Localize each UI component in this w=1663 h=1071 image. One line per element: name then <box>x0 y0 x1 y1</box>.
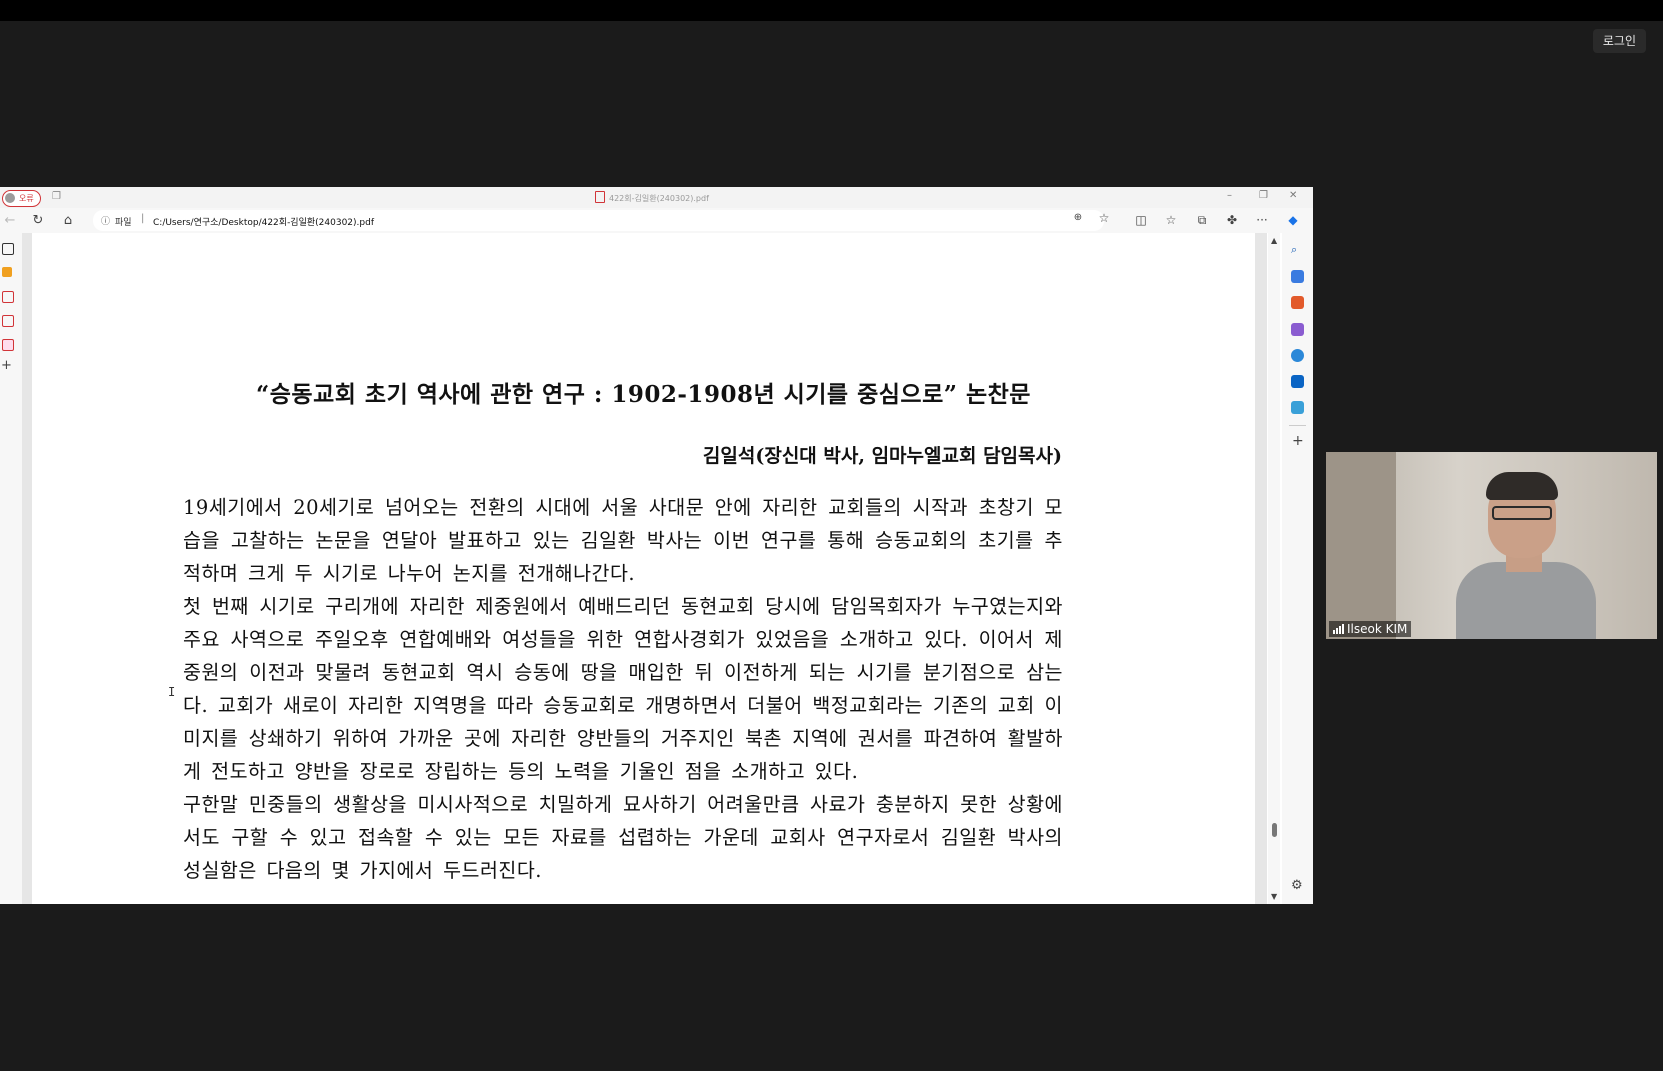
games-icon[interactable] <box>1291 323 1304 336</box>
tab-favicon[interactable] <box>2 267 12 277</box>
sidebar-divider <box>1289 425 1306 426</box>
outlook-icon[interactable] <box>1291 375 1304 388</box>
participant-video-tile[interactable]: Ilseok KIM <box>1326 452 1657 639</box>
profile-button[interactable]: 오류 <box>2 190 41 207</box>
collections-icon[interactable]: ⧉ <box>1194 213 1210 228</box>
document-title: “승동교회 초기 역사에 관한 연구 : 1902-1908년 시기를 중심으로… <box>256 381 1031 408</box>
participant-name: Ilseok KIM <box>1347 622 1408 636</box>
favorite-star-icon[interactable]: ☆ <box>1096 211 1112 225</box>
participant-name-label: Ilseok KIM <box>1329 621 1412 637</box>
body-paragraph: 첫 번째 시기로 구리개에 자리한 제중원에서 예배드리던 동현교회 당시에 담… <box>183 595 1063 783</box>
sidebar-settings-icon[interactable]: ⚙ <box>1291 878 1303 893</box>
home-icon[interactable]: ⌂ <box>60 213 76 228</box>
extensions-icon[interactable]: ✤ <box>1224 213 1240 227</box>
tab-actions-icon[interactable]: ❐ <box>52 191 64 203</box>
info-icon[interactable]: ⓘ <box>101 214 110 227</box>
participant-glasses <box>1492 506 1552 520</box>
search-icon[interactable]: ⌕ <box>1291 243 1304 256</box>
more-menu-icon[interactable]: ··· <box>1254 213 1270 227</box>
pdf-file-icon <box>595 191 605 203</box>
url-text[interactable]: C:/Users/연구소/Desktop/422회-김일환(240302).pd… <box>153 215 374 228</box>
video-background-door <box>1326 452 1396 639</box>
shopping-icon[interactable] <box>1291 270 1304 283</box>
document-author: 김일석(장신대 박사, 임마누엘교회 담임목사) <box>702 445 1062 467</box>
pdf-page: “승동교회 초기 역사에 관한 연구 : 1902-1908년 시기를 중심으로… <box>32 233 1255 904</box>
browser-sidebar: ⌕ + ⚙ <box>1282 233 1313 904</box>
url-scheme-label: 파일 <box>115 218 132 228</box>
new-tab-icon[interactable]: + <box>1 358 12 373</box>
tools-icon[interactable] <box>1291 296 1304 309</box>
window-title: 422회-김일환(240302).pdf <box>595 191 709 204</box>
zoom-icon[interactable]: ⊕ <box>1070 212 1086 223</box>
vertical-tabs-strip: + <box>0 233 22 904</box>
profile-avatar-icon <box>5 193 15 203</box>
refresh-icon[interactable]: ↻ <box>30 213 46 228</box>
login-button[interactable]: 로그인 <box>1592 29 1646 53</box>
back-icon[interactable]: ← <box>2 213 18 228</box>
body-paragraph: 구한말 민중들의 생활상을 미시사적으로 치밀하게 묘사하기 어려울만큼 사료가… <box>183 793 1063 882</box>
document-body: 19세기에서 20세기로 넘어오는 전환의 시대에 서울 사대문 안에 자리한 … <box>183 491 1063 887</box>
meeting-top-bar <box>0 0 1663 21</box>
copilot-icon[interactable]: ◆ <box>1285 213 1301 227</box>
address-bar[interactable]: ⓘ 파일 | C:/Users/연구소/Desktop/422회-김일환(240… <box>93 210 1109 231</box>
scroll-down-icon[interactable]: ▼ <box>1271 892 1277 901</box>
scroll-up-icon[interactable]: ▲ <box>1271 236 1277 245</box>
favorites-icon[interactable]: ☆ <box>1163 213 1179 227</box>
profile-label: 오류 <box>19 194 34 203</box>
body-paragraph: 19세기에서 20세기로 넘어오는 전환의 시대에 서울 사대문 안에 자리한 … <box>183 496 1063 585</box>
participant-body <box>1456 562 1596 639</box>
text-cursor-icon: I <box>168 685 176 699</box>
browser-title-bar: 오류 ❐ 422회-김일환(240302).pdf – ❐ ✕ <box>0 187 1313 208</box>
url-separator: | <box>141 213 145 224</box>
pdf-tab-icon[interactable] <box>2 291 14 303</box>
office-icon[interactable] <box>1291 349 1304 362</box>
restore-icon[interactable]: ❐ <box>1259 190 1268 201</box>
pdf-viewer: “승동교회 초기 역사에 관한 연구 : 1902-1908년 시기를 중심으로… <box>22 233 1267 904</box>
participant-hair <box>1486 472 1558 500</box>
signal-strength-icon <box>1333 624 1345 634</box>
scroll-thumb[interactable] <box>1272 823 1277 837</box>
pdf-tab-icon[interactable] <box>2 339 14 351</box>
tab-actions-icon[interactable] <box>2 243 14 255</box>
close-icon[interactable]: ✕ <box>1289 190 1297 201</box>
address-toolbar: ← ↻ ⌂ ⓘ 파일 | C:/Users/연구소/Desktop/422회-김… <box>0 208 1313 233</box>
pdf-tab-icon[interactable] <box>2 315 14 327</box>
split-screen-icon[interactable]: ◫ <box>1133 213 1149 227</box>
minimize-icon[interactable]: – <box>1227 190 1232 201</box>
window-title-text: 422회-김일환(240302).pdf <box>609 194 709 203</box>
shared-browser-window: 오류 ❐ 422회-김일환(240302).pdf – ❐ ✕ ← ↻ ⌂ ⓘ … <box>0 187 1313 904</box>
pdf-scrollbar[interactable]: ▲ ▼ <box>1268 233 1280 904</box>
add-sidebar-app-icon[interactable]: + <box>1292 433 1304 449</box>
drop-icon[interactable] <box>1291 401 1304 414</box>
